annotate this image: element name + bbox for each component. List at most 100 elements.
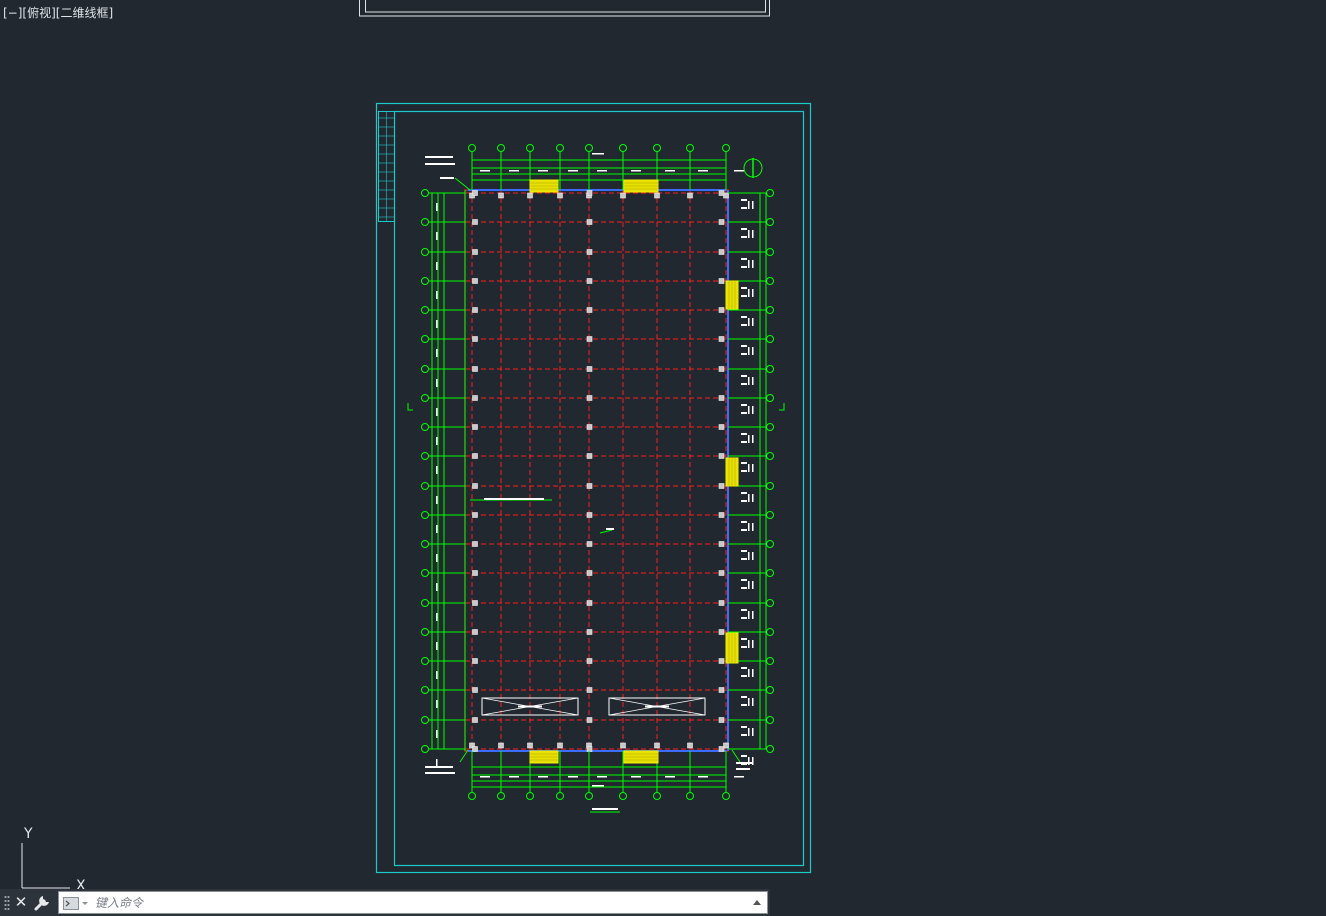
window-mark: [741, 638, 747, 640]
window-mark: [741, 609, 747, 611]
axis-bubble: [421, 394, 429, 402]
opening-label-mark: [518, 705, 542, 708]
dim-text: [631, 776, 641, 778]
column-marker: [472, 190, 478, 196]
column-marker: [718, 717, 725, 723]
axis-bubble: [421, 423, 429, 431]
dim-text: [734, 776, 744, 778]
dim-text: [698, 776, 708, 778]
close-icon[interactable]: ✕: [12, 892, 30, 912]
dim-text: [752, 698, 754, 706]
window-mark: [741, 433, 747, 435]
view-controls-label[interactable]: [−][俯视][二维线框]: [3, 4, 113, 21]
dim-text: [480, 170, 490, 172]
axis-bubble: [653, 144, 661, 152]
column-marker: [586, 512, 593, 518]
dim-text: [436, 437, 438, 445]
dim-text: [509, 170, 519, 172]
axis-bubble: [766, 540, 774, 548]
column-marker: [586, 658, 593, 664]
axis-bubble: [766, 218, 774, 226]
axis-bubble: [766, 511, 774, 519]
command-input-container: [58, 891, 768, 914]
dim-text: [436, 671, 438, 679]
dim-text: [748, 377, 750, 385]
column-marker: [472, 366, 478, 372]
column-marker: [527, 192, 533, 199]
wrench-icon[interactable]: [33, 892, 53, 912]
dim-text: [734, 170, 744, 172]
dim-text: [752, 406, 754, 414]
drawing-canvas[interactable]: YX: [0, 0, 1326, 916]
window-mark: [741, 266, 747, 268]
drawing-viewport[interactable]: YX [−][俯视][二维线框]: [0, 0, 1326, 916]
dim-text: [436, 700, 438, 708]
axis-bubble: [526, 144, 534, 152]
window-mark: [741, 462, 747, 464]
axis-bubble: [421, 716, 429, 724]
axis-bubble: [766, 716, 774, 724]
axis-bubble: [421, 482, 429, 490]
column-marker: [472, 336, 478, 342]
column-marker: [687, 192, 693, 199]
dim-text: [568, 170, 578, 172]
column-marker: [718, 746, 725, 752]
axis-bubble: [686, 792, 694, 800]
column-marker: [586, 717, 593, 723]
column-marker: [718, 395, 725, 401]
axis-bubble: [421, 306, 429, 314]
window-mark: [741, 675, 747, 677]
dim-text: [748, 640, 750, 648]
window-mark: [741, 726, 747, 728]
dim-text: [752, 728, 754, 736]
column-marker: [472, 278, 478, 284]
dim-text: [665, 776, 675, 778]
axis-bubble: [766, 745, 774, 753]
dim-text: [436, 320, 438, 328]
column-marker: [472, 453, 478, 459]
annotation-text-mark: [484, 498, 544, 500]
annotation-text-mark: [736, 768, 750, 770]
command-prompt-icon[interactable]: [63, 896, 89, 910]
column-marker: [718, 366, 725, 372]
dim-text: [752, 494, 754, 502]
window-mark: [741, 755, 747, 757]
axis-bubble: [653, 792, 661, 800]
window-mark: [741, 287, 747, 289]
window-mark: [741, 646, 747, 648]
column-marker: [586, 336, 593, 342]
column-marker: [620, 742, 626, 749]
dim-text: [748, 201, 750, 209]
grip-handle[interactable]: [4, 895, 10, 911]
dim-text: [748, 698, 750, 706]
dim-text: [752, 523, 754, 531]
opening-label-mark: [645, 705, 669, 708]
window-mark: [741, 345, 747, 347]
annotation-text-mark: [425, 163, 455, 165]
axis-bubble: [421, 365, 429, 373]
column-marker: [472, 570, 478, 576]
column-marker: [586, 483, 593, 489]
window-mark: [741, 734, 747, 736]
annotation-leader: [731, 749, 741, 763]
window-mark: [741, 324, 747, 326]
column-marker: [586, 249, 593, 255]
window-mark: [741, 587, 747, 589]
axis-bubble: [421, 189, 429, 197]
dim-text: [436, 291, 438, 299]
column-marker: [472, 600, 478, 606]
column-marker: [472, 746, 478, 752]
axis-bubble: [421, 511, 429, 519]
column-marker: [472, 658, 478, 664]
axis-bubble: [619, 144, 627, 152]
column-marker: [718, 307, 725, 313]
axis-bubble: [766, 335, 774, 343]
dim-text: [748, 289, 750, 297]
column-marker: [472, 219, 478, 225]
column-marker: [718, 687, 725, 693]
dim-text: [752, 640, 754, 648]
caret-up-icon[interactable]: [750, 895, 764, 910]
command-input[interactable]: [95, 893, 745, 912]
column-marker: [472, 512, 478, 518]
dim-text: [752, 611, 754, 619]
